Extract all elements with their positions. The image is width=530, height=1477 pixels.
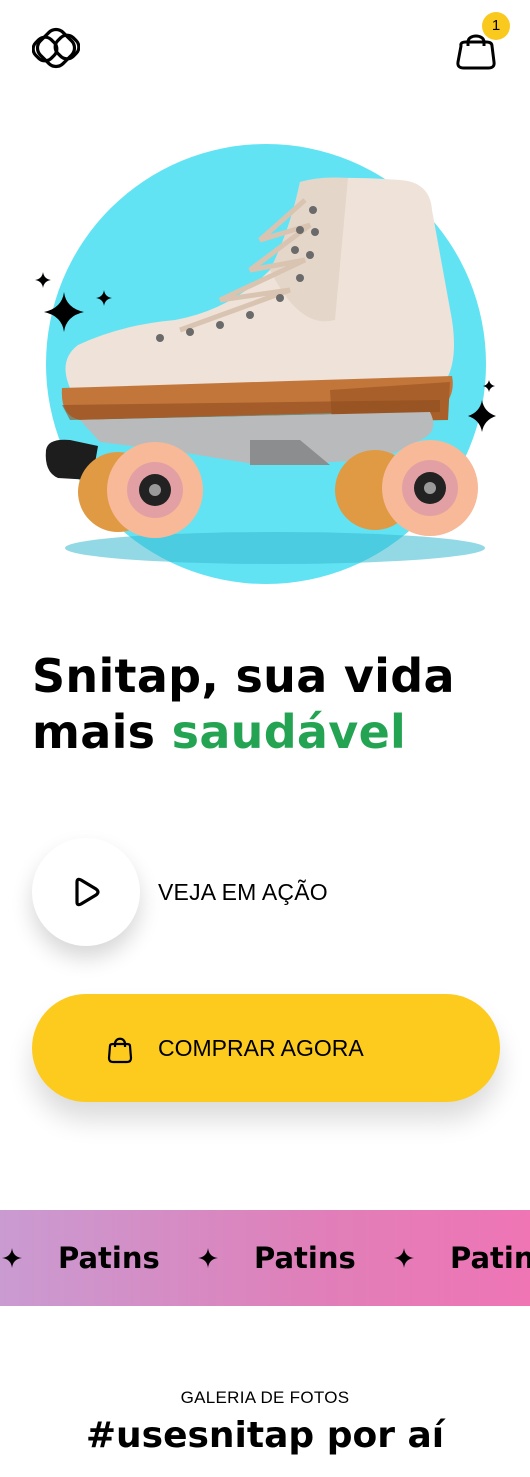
site-header: 1 (0, 0, 530, 96)
four-point-star-icon (198, 1248, 218, 1268)
gallery-eyebrow: GALERIA DE FOTOS (180, 1388, 350, 1407)
snitap-logo-icon (31, 27, 81, 69)
four-point-star-icon (394, 1248, 414, 1268)
sparkle-icon (468, 380, 496, 432)
play-video-button[interactable] (32, 838, 140, 946)
headline-accent: saudável (171, 705, 407, 759)
watch-video-label[interactable]: VEJA EM AÇÃO (158, 878, 328, 906)
roller-skate-image (35, 177, 496, 564)
gallery-title: #usesnitap por aí (85, 1415, 445, 1456)
four-point-star-icon (2, 1248, 22, 1268)
hero-section (0, 120, 530, 600)
sparkle-icon (35, 272, 112, 332)
logo[interactable] (31, 24, 81, 72)
play-icon (75, 877, 100, 907)
hero-headline: Snitap, sua vida mais saudável (32, 648, 502, 760)
marquee-text: Patins (58, 1241, 160, 1275)
marquee-banner: Patins Patins Patins (0, 1210, 530, 1306)
marquee-text: Patins (254, 1241, 356, 1275)
watch-video-row[interactable]: VEJA EM AÇÃO (32, 838, 502, 946)
buy-now-label: COMPRAR AGORA (158, 1035, 364, 1061)
cart-count-badge: 1 (482, 12, 510, 40)
shopping-bag-icon (107, 1037, 133, 1064)
buy-now-button[interactable]: COMPRAR AGORA (32, 994, 500, 1102)
marquee-text: Patins (450, 1241, 530, 1275)
wheel (78, 442, 203, 538)
headline-line-2: mais (32, 705, 172, 759)
headline-line-1: Snitap, sua vida (32, 649, 455, 703)
